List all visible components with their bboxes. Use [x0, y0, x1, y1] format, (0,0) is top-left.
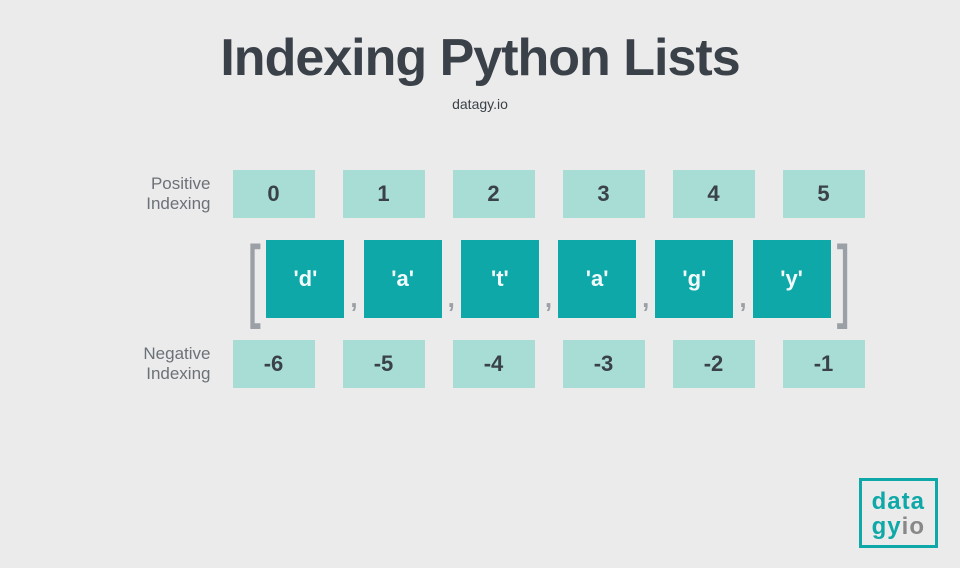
negative-cell: -6 — [233, 340, 315, 388]
comma: , — [448, 283, 455, 314]
positive-index-row: Positive Indexing 0 1 2 3 4 5 — [96, 170, 865, 218]
comma: , — [642, 283, 649, 314]
positive-cell: 5 — [783, 170, 865, 218]
logo-line2a: gy — [872, 513, 902, 540]
negative-cells: -6 -5 -4 -3 -2 -1 — [233, 340, 865, 388]
logo-line1: data — [872, 489, 925, 514]
list-item: 'a' — [364, 240, 442, 318]
negative-index-row: Negative Indexing -6 -5 -4 -3 -2 -1 — [96, 340, 865, 388]
negative-cell: -1 — [783, 340, 865, 388]
positive-cells: 0 1 2 3 4 5 — [233, 170, 865, 218]
comma: , — [350, 283, 357, 314]
positive-cell: 2 — [453, 170, 535, 218]
negative-cell: -5 — [343, 340, 425, 388]
negative-cell: -2 — [673, 340, 755, 388]
list-item: 't' — [461, 240, 539, 318]
datagy-logo: data gyio — [859, 478, 938, 548]
close-bracket-icon: ] — [836, 247, 850, 311]
comma: , — [545, 283, 552, 314]
page-title: Indexing Python Lists — [0, 28, 960, 88]
list-row: [ 'd' , 'a' , 't' , 'a' , — [104, 240, 856, 318]
list-item: 'd' — [266, 240, 344, 318]
list-item: 'g' — [655, 240, 733, 318]
negative-cell: -4 — [453, 340, 535, 388]
comma: , — [739, 283, 746, 314]
indexing-diagram: Positive Indexing 0 1 2 3 4 5 [ 'd' , 'a… — [0, 170, 960, 388]
positive-cell: 0 — [233, 170, 315, 218]
list-item: 'y' — [753, 240, 831, 318]
positive-label: Positive Indexing — [96, 174, 211, 215]
open-bracket-icon: [ — [247, 247, 261, 311]
list-items: 'd' , 'a' , 't' , 'a' , 'g' , — [266, 240, 830, 318]
positive-cell: 1 — [343, 170, 425, 218]
logo-line2b: io — [902, 513, 925, 540]
positive-cell: 3 — [563, 170, 645, 218]
negative-cell: -3 — [563, 340, 645, 388]
list-item: 'a' — [558, 240, 636, 318]
page-subtitle: datagy.io — [0, 96, 960, 112]
negative-label: Negative Indexing — [96, 344, 211, 385]
positive-cell: 4 — [673, 170, 755, 218]
